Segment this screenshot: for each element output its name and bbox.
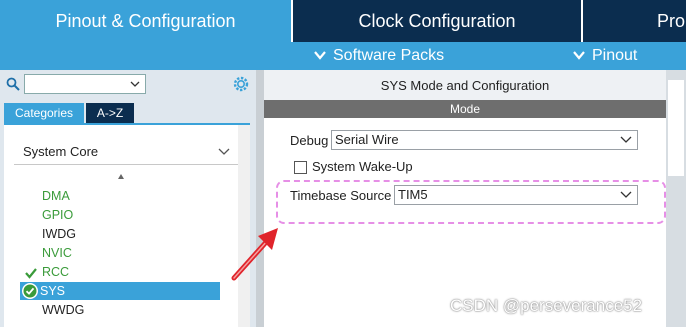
pinout-menu[interactable]: Pinout [572, 42, 637, 70]
chevron-down-icon [130, 81, 140, 87]
software-packs-menu[interactable]: Software Packs [313, 42, 444, 70]
category-tree: System Core DMA GPIO IWDG NVIC RCC SYS W… [4, 125, 250, 327]
search-icon[interactable] [6, 77, 20, 91]
list-item-gpio[interactable]: GPIO [42, 206, 73, 224]
mode-configuration-panel: SYS Mode and Configuration Mode Debug Se… [264, 70, 666, 327]
search-input[interactable] [24, 74, 146, 94]
mode-header: Mode [264, 100, 666, 118]
sub-menu-bar: Software Packs Pinout [0, 42, 686, 70]
list-item-iwdg[interactable]: IWDG [42, 225, 76, 243]
chevron-down-icon [620, 191, 632, 198]
timebase-value: TIM5 [398, 187, 428, 202]
list-item-nvic[interactable]: NVIC [42, 244, 72, 262]
panel-title: SYS Mode and Configuration [264, 70, 666, 100]
tab-clock-configuration[interactable]: Clock Configuration [293, 0, 581, 42]
check-icon [25, 268, 37, 279]
scrollbar-thumb[interactable] [668, 80, 684, 176]
check-circle-icon [22, 283, 38, 299]
timebase-select[interactable]: TIM5 [394, 185, 638, 205]
list-item-wwdg[interactable]: WWDG [42, 301, 84, 319]
debug-label: Debug [290, 133, 329, 148]
tab-project-manager[interactable]: Pro [583, 0, 686, 42]
chevron-down-icon [620, 136, 632, 143]
panel-splitter[interactable] [256, 70, 264, 327]
watermark-text: CSDN @perseverance52 [450, 296, 643, 315]
list-item-sys[interactable]: SYS [20, 282, 220, 300]
red-arrow-annotation [231, 228, 278, 281]
software-packs-label: Software Packs [333, 47, 445, 64]
right-scrollbar[interactable] [666, 70, 686, 327]
tab-a-to-z[interactable]: A->Z [86, 103, 134, 123]
system-wakeup-checkbox[interactable] [294, 161, 307, 174]
sort-icon[interactable] [117, 173, 125, 183]
sys-label: SYS [40, 284, 66, 298]
chevron-down-icon [573, 51, 585, 60]
list-item-rcc[interactable]: RCC [42, 263, 69, 281]
debug-value: Serial Wire [335, 132, 399, 147]
section-title: System Core [23, 144, 99, 159]
timebase-label: Timebase Source [290, 188, 392, 203]
gear-icon[interactable] [232, 75, 250, 93]
system-wakeup-label: System Wake-Up [312, 159, 413, 174]
tab-categories[interactable]: Categories [4, 103, 84, 123]
left-panel: Categories A->Z System Core DMA GPIO IWD… [0, 70, 256, 327]
chevron-down-icon [314, 51, 326, 60]
debug-select[interactable]: Serial Wire [331, 130, 638, 150]
top-tab-bar: Pinout & Configuration Clock Configurati… [0, 0, 686, 42]
list-item-dma[interactable]: DMA [42, 187, 70, 205]
chevron-down-icon [218, 148, 230, 155]
pinout-menu-label: Pinout [592, 47, 638, 64]
section-system-core[interactable]: System Core [14, 139, 238, 165]
tab-pinout-configuration[interactable]: Pinout & Configuration [0, 0, 291, 42]
